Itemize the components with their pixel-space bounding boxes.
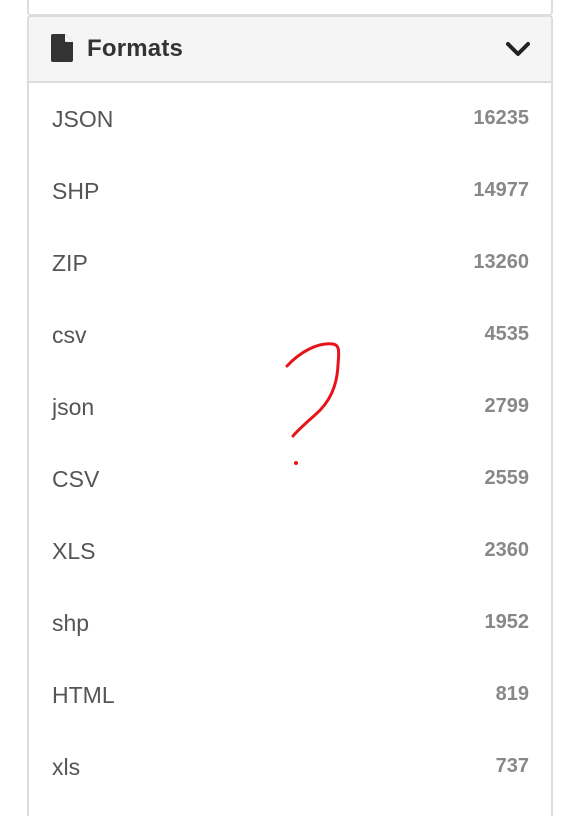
format-label: XLS bbox=[52, 537, 96, 564]
previous-panel-bottom bbox=[27, 0, 553, 16]
format-label: SHP bbox=[52, 177, 100, 204]
format-label: xls bbox=[52, 753, 81, 780]
formats-facet-panel: Formats JSON 16235 SHP 14977 ZIP 13260 csv 4535… bbox=[27, 15, 553, 816]
format-label: HTML bbox=[52, 681, 115, 708]
file-icon bbox=[51, 34, 75, 64]
screenshot: Formats JSON 16235 SHP 14977 ZIP 13260 csv 4535… bbox=[0, 0, 576, 816]
format-label: JSON bbox=[52, 105, 114, 132]
format-item-json-upper[interactable]: JSON 16235 bbox=[29, 83, 551, 155]
format-label: ZIP bbox=[52, 249, 88, 276]
formats-panel-header[interactable]: Formats bbox=[29, 17, 551, 83]
format-item-shp-upper[interactable]: SHP 14977 bbox=[29, 155, 551, 227]
format-count: 14977 bbox=[473, 178, 529, 201]
format-label: json bbox=[52, 393, 95, 420]
panel-title: Formats bbox=[87, 35, 184, 62]
format-count: 1952 bbox=[484, 610, 530, 633]
format-item-zip-upper[interactable]: ZIP 13260 bbox=[29, 227, 551, 299]
format-label: csv bbox=[52, 321, 87, 348]
format-item-csv-upper[interactable]: CSV 2559 bbox=[29, 443, 551, 515]
format-count: 13260 bbox=[473, 250, 529, 273]
format-item-shp-lower[interactable]: shp 1952 bbox=[29, 587, 551, 659]
format-count: 16235 bbox=[473, 106, 529, 129]
format-label: shp bbox=[52, 609, 90, 636]
format-count: 819 bbox=[495, 682, 529, 705]
format-item-json-lower[interactable]: json 2799 bbox=[29, 371, 551, 443]
format-count: 737 bbox=[495, 754, 529, 777]
format-item-html-upper[interactable]: HTML 819 bbox=[29, 659, 551, 731]
format-item-xls-upper[interactable]: XLS 2360 bbox=[29, 515, 551, 587]
format-label: CSV bbox=[52, 465, 100, 492]
format-item-xls-lower[interactable]: xls 737 bbox=[29, 731, 551, 803]
format-count: 4535 bbox=[484, 322, 530, 345]
format-item-csv-lower[interactable]: csv 4535 bbox=[29, 299, 551, 371]
formats-list: JSON 16235 SHP 14977 ZIP 13260 csv 4535 json 2799… bbox=[29, 83, 551, 803]
format-count: 2799 bbox=[484, 394, 530, 417]
chevron-down-icon[interactable] bbox=[505, 36, 531, 62]
format-count: 2559 bbox=[484, 466, 530, 489]
format-count: 2360 bbox=[484, 538, 530, 561]
